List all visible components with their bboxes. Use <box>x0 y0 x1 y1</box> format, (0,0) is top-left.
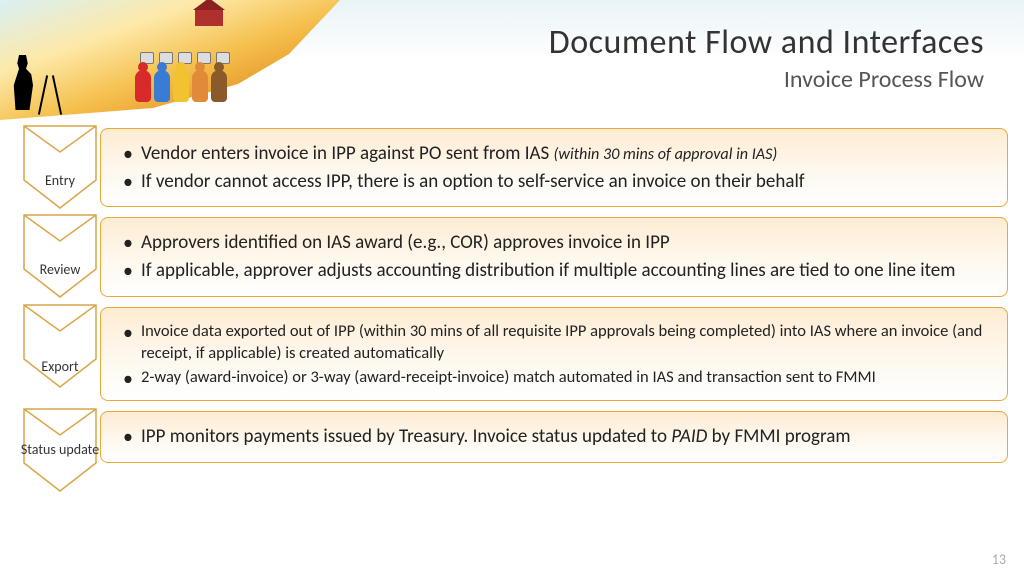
page-title: Document Flow and Interfaces <box>549 22 984 63</box>
step-chevron: Status update <box>20 411 100 463</box>
bullet-item: Approvers identified on IAS award (e.g.,… <box>123 230 989 256</box>
person-icon <box>192 70 208 102</box>
barn-icon <box>195 8 223 26</box>
bullet-item: 2-way (award-invoice) or 3-way (award-re… <box>123 366 989 388</box>
step-label: Review <box>40 262 81 277</box>
tripod-icon <box>40 75 60 115</box>
people-icons <box>135 70 227 102</box>
step-chevron: Export <box>20 307 100 402</box>
person-icon <box>173 70 189 102</box>
bullet-item: If applicable, approver adjusts accounti… <box>123 258 989 284</box>
flow-step: Review Approvers identified on IAS award … <box>20 217 1008 296</box>
step-label: Status update <box>21 442 99 457</box>
flow-step: Export Invoice data exported out of IPP (… <box>20 307 1008 402</box>
step-content: Invoice data exported out of IPP (within… <box>100 307 1008 402</box>
step-content: IPP monitors payments issued by Treasury… <box>100 411 1008 463</box>
step-label: Export <box>41 359 78 374</box>
step-chevron: Review <box>20 217 100 296</box>
person-icon <box>211 70 227 102</box>
flow-step: Status update IPP monitors payments issue… <box>20 411 1008 463</box>
bullet-item: Vendor enters invoice in IPP against PO … <box>123 141 989 167</box>
step-content: Approvers identified on IAS award (e.g.,… <box>100 217 1008 296</box>
person-icon <box>154 70 170 102</box>
bullet-item: IPP monitors payments issued by Treasury… <box>123 424 989 450</box>
flow-step: Entry Vendor enters invoice in IPP agains… <box>20 128 1008 207</box>
process-flow: Entry Vendor enters invoice in IPP agains… <box>20 128 1008 463</box>
step-label: Entry <box>45 173 75 188</box>
bullet-item: If vendor cannot access IPP, there is an… <box>123 169 989 195</box>
page-subtitle: Invoice Process Flow <box>549 65 984 94</box>
bullet-item: Invoice data exported out of IPP (within… <box>123 320 989 365</box>
page-number: 13 <box>992 551 1006 568</box>
step-content: Vendor enters invoice in IPP against PO … <box>100 128 1008 207</box>
person-icon <box>135 70 151 102</box>
step-chevron: Entry <box>20 128 100 207</box>
title-block: Document Flow and Interfaces Invoice Pro… <box>549 22 984 94</box>
